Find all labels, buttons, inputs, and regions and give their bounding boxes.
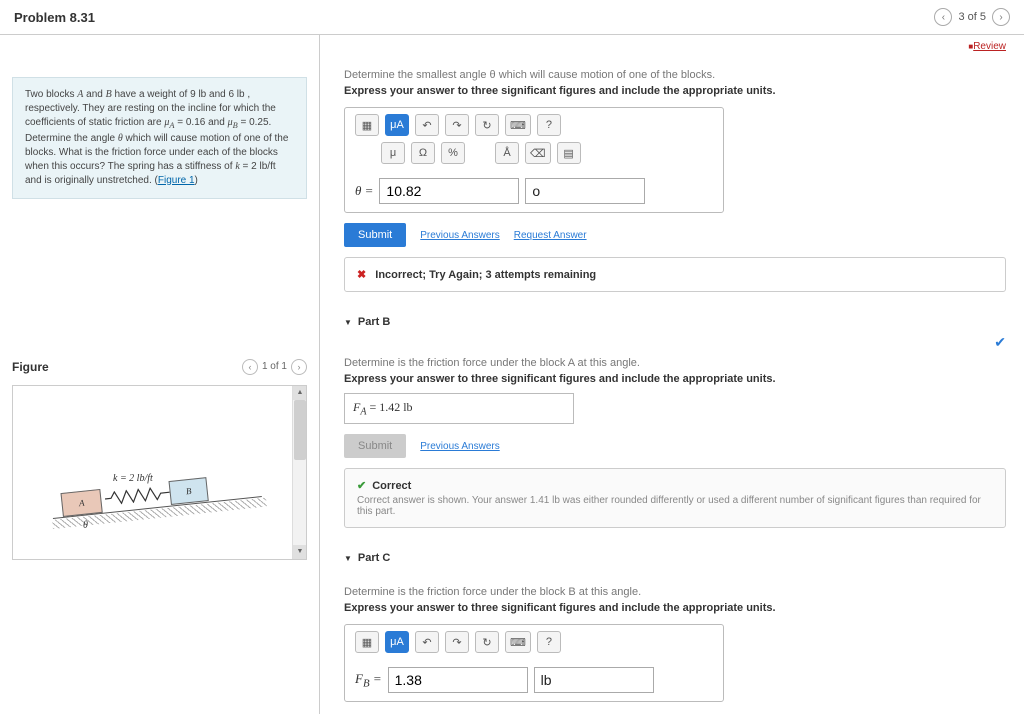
part-a-input-panel: ▦ μA ↶ ↷ ↻ ⌨ ? μ Ω % Å ⌫ ▤ θ =	[344, 107, 724, 213]
part-a-value-input[interactable]	[379, 178, 519, 204]
spring-icon	[104, 485, 170, 506]
problem-statement: Two blocks A and B have a weight of 9 lb…	[12, 77, 307, 199]
part-b-correct-message: Correct answer is shown. Your answer 1.4…	[357, 495, 993, 517]
theta-label: θ	[83, 520, 88, 531]
problem-title: Problem 8.31	[14, 10, 95, 25]
prev-figure-button[interactable]: ‹	[242, 359, 258, 375]
redo-icon[interactable]: ↷	[445, 114, 469, 136]
problem-counter: 3 of 5	[958, 11, 986, 23]
part-c-unit-input[interactable]	[534, 667, 654, 693]
part-b-feedback: ✔ Correct Correct answer is shown. Your a…	[344, 468, 1006, 528]
next-figure-button[interactable]: ›	[291, 359, 307, 375]
fraction-icon[interactable]: ▤	[557, 142, 581, 164]
undo-icon[interactable]: ↶	[415, 114, 439, 136]
part-a-instructions: Express your answer to three significant…	[344, 85, 1006, 97]
reset-icon-c[interactable]: ↻	[475, 631, 499, 653]
figure-counter: 1 of 1	[262, 361, 287, 372]
help-icon[interactable]: ?	[537, 114, 561, 136]
redo-icon-c[interactable]: ↷	[445, 631, 469, 653]
part-b-previous-answers-link[interactable]: Previous Answers	[420, 441, 499, 452]
scroll-down-icon[interactable]: ▼	[293, 545, 307, 559]
figure-title: Figure	[12, 360, 49, 374]
mu-button[interactable]: μ	[381, 142, 405, 164]
templates-icon-c[interactable]: ▦	[355, 631, 379, 653]
theta-equals-label: θ =	[355, 183, 373, 199]
part-a-request-answer-link[interactable]: Request Answer	[514, 230, 587, 241]
fb-equals-label: FB =	[355, 671, 382, 690]
incorrect-icon: ✖	[357, 269, 366, 281]
part-b-instructions: Express your answer to three significant…	[344, 373, 1006, 385]
part-b-prompt: Determine is the friction force under th…	[344, 357, 1006, 369]
figure-scrollbar[interactable]: ▲ ▼	[292, 386, 306, 559]
units-mua-button-c[interactable]: μA	[385, 631, 409, 653]
part-c-prompt: Determine is the friction force under th…	[344, 586, 1006, 598]
part-c-header[interactable]: Part C	[344, 552, 1006, 564]
scroll-thumb[interactable]	[294, 400, 306, 460]
part-a-prompt: Determine the smallest angle θ which wil…	[344, 69, 1006, 81]
percent-button[interactable]: %	[441, 142, 465, 164]
keyboard-icon-c[interactable]: ⌨	[505, 631, 531, 653]
problem-nav: ‹ 3 of 5 ›	[934, 8, 1010, 26]
part-b-solved-icon: ✔	[994, 334, 1006, 351]
prev-problem-button[interactable]: ‹	[934, 8, 952, 26]
part-b-header[interactable]: Part B	[344, 316, 1006, 328]
block-b: B	[168, 477, 208, 505]
part-b-submit-button: Submit	[344, 434, 406, 458]
undo-icon-c[interactable]: ↶	[415, 631, 439, 653]
next-problem-button[interactable]: ›	[992, 8, 1010, 26]
scroll-up-icon[interactable]: ▲	[293, 386, 307, 400]
reset-icon[interactable]: ↻	[475, 114, 499, 136]
templates-icon[interactable]: ▦	[355, 114, 379, 136]
spring-constant-label: k = 2 lb/ft	[113, 473, 153, 484]
part-a-submit-button[interactable]: Submit	[344, 223, 406, 247]
part-a-feedback: ✖ Incorrect; Try Again; 3 attempts remai…	[344, 257, 1006, 292]
part-c-value-input[interactable]	[388, 667, 528, 693]
review-link[interactable]: Review	[968, 41, 1006, 52]
part-a-previous-answers-link[interactable]: Previous Answers	[420, 230, 499, 241]
part-c-input-panel: ▦ μA ↶ ↷ ↻ ⌨ ? FB =	[344, 624, 724, 702]
part-b-correct-title: Correct	[372, 480, 411, 492]
correct-icon: ✔	[357, 480, 366, 492]
keyboard-icon[interactable]: ⌨	[505, 114, 531, 136]
figure-canvas: A B k = 2 lb/ft θ ▲ ▼	[12, 385, 307, 560]
backspace-icon[interactable]: ⌫	[525, 142, 551, 164]
omega-button[interactable]: Ω	[411, 142, 435, 164]
part-b-answer-display: FA = 1.42 lb	[344, 393, 574, 424]
block-a: A	[60, 489, 102, 517]
part-c-instructions: Express your answer to three significant…	[344, 602, 1006, 614]
angstrom-button[interactable]: Å	[495, 142, 519, 164]
part-a-feedback-text: Incorrect; Try Again; 3 attempts remaini…	[375, 269, 596, 281]
units-mua-button[interactable]: μA	[385, 114, 409, 136]
help-icon-c[interactable]: ?	[537, 631, 561, 653]
part-a-unit-input[interactable]	[525, 178, 645, 204]
